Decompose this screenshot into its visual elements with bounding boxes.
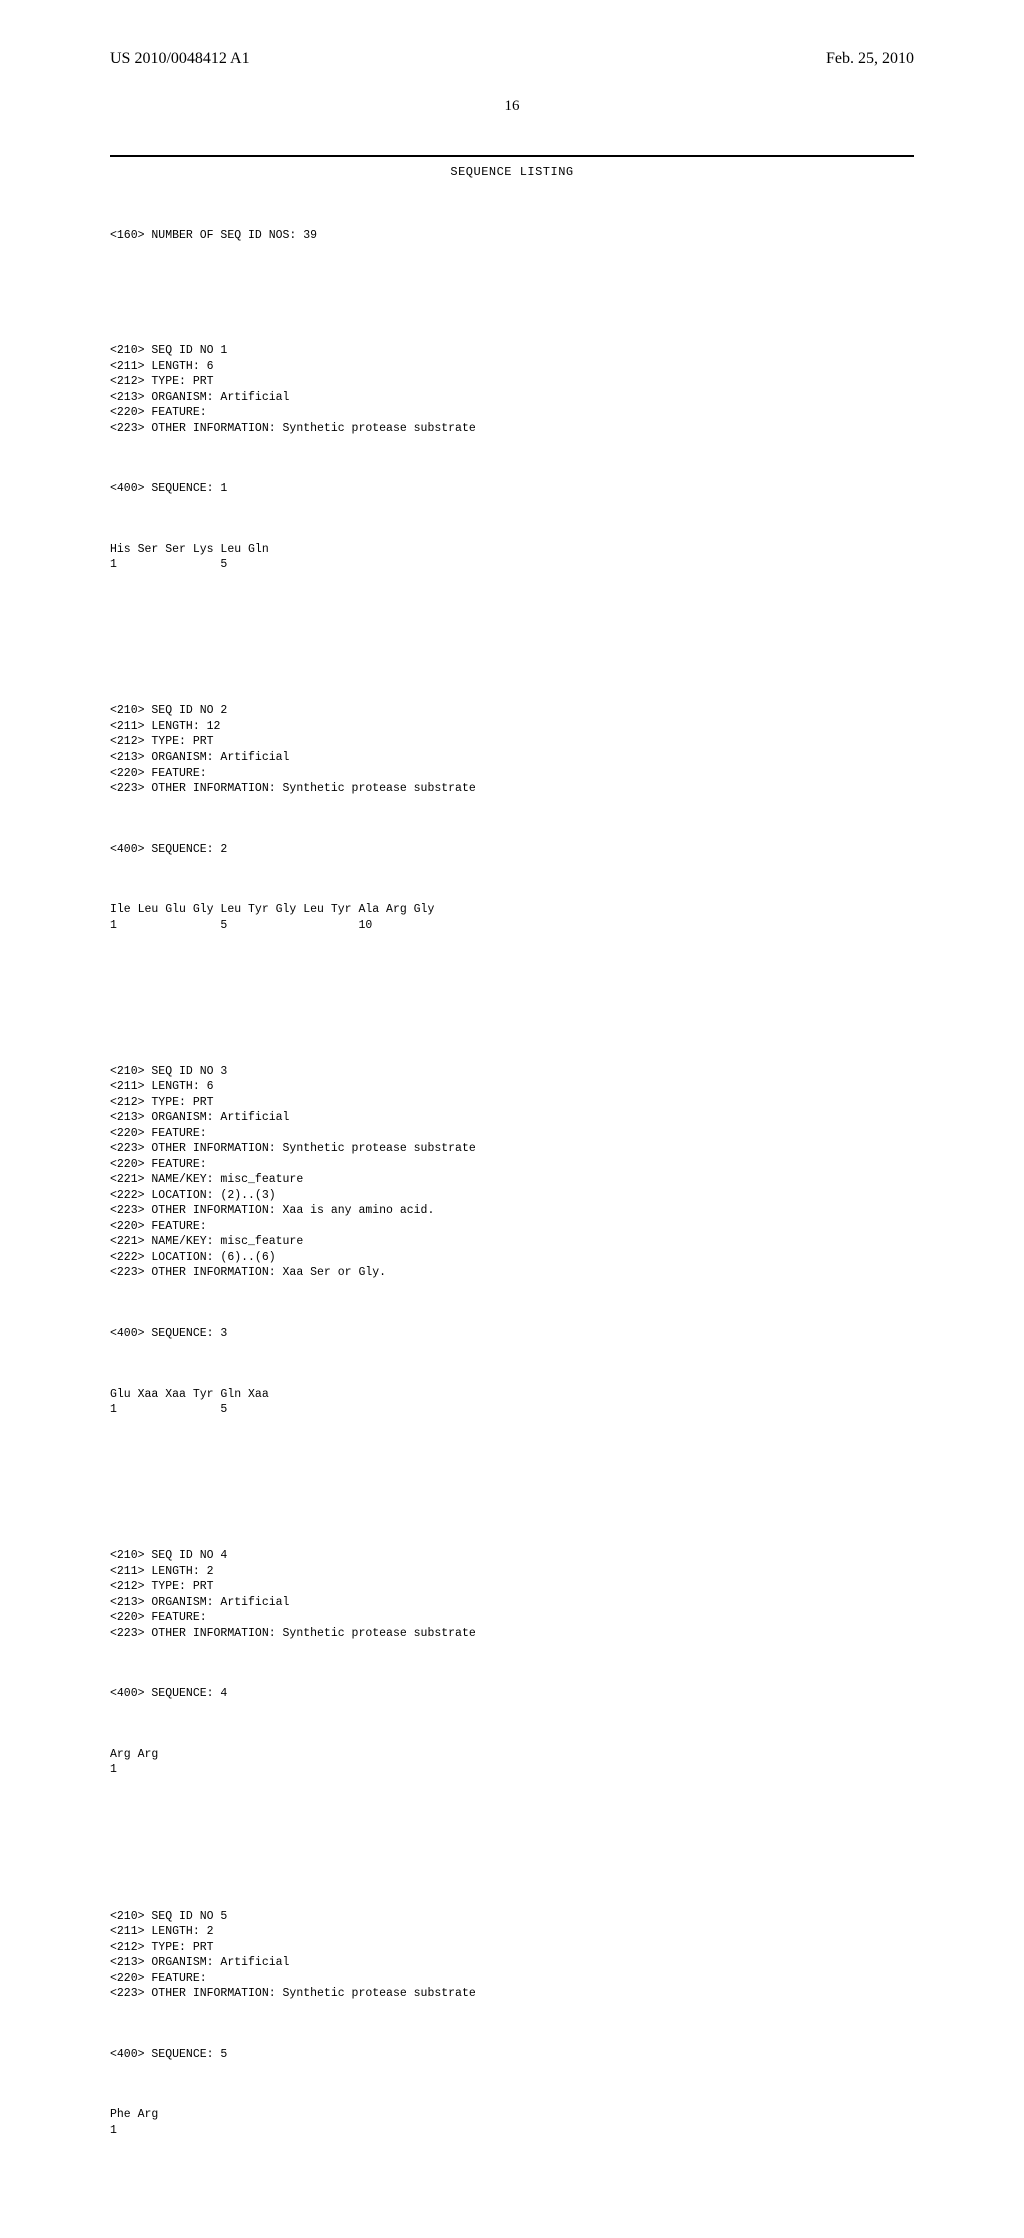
- publication-number: US 2010/0048412 A1: [110, 50, 250, 68]
- seq-meta: <210> SEQ ID NO 4 <211> LENGTH: 2 <212> …: [110, 1548, 914, 1641]
- seq-meta: <210> SEQ ID NO 3 <211> LENGTH: 6 <212> …: [110, 1064, 914, 1281]
- seq-label: <400> SEQUENCE: 1: [110, 481, 914, 497]
- seq-entry: <210> SEQ ID NO 5 <211> LENGTH: 2 <212> …: [110, 1877, 914, 2169]
- page-number: 16: [110, 98, 914, 115]
- seq-meta: <210> SEQ ID NO 5 <211> LENGTH: 2 <212> …: [110, 1909, 914, 2002]
- page: US 2010/0048412 A1 Feb. 25, 2010 16 SEQU…: [0, 0, 1024, 1320]
- seq-label: <400> SEQUENCE: 4: [110, 1686, 914, 1702]
- seq-label: <400> SEQUENCE: 2: [110, 842, 914, 858]
- seq-meta: <210> SEQ ID NO 1 <211> LENGTH: 6 <212> …: [110, 343, 914, 436]
- seq-entry: <210> SEQ ID NO 2 <211> LENGTH: 12 <212>…: [110, 672, 914, 964]
- seq-residues: His Ser Ser Lys Leu Gln 1 5: [110, 542, 914, 573]
- seq-entry: <210> SEQ ID NO 3 <211> LENGTH: 6 <212> …: [110, 1033, 914, 1449]
- seq-entry: <210> SEQ ID NO 1 <211> LENGTH: 6 <212> …: [110, 312, 914, 604]
- seq-label: <400> SEQUENCE: 3: [110, 1326, 914, 1342]
- seq-residues: Phe Arg 1: [110, 2107, 914, 2138]
- sequence-listing-title: SEQUENCE LISTING: [110, 165, 914, 179]
- publication-date: Feb. 25, 2010: [826, 50, 914, 68]
- top-rule: [110, 155, 914, 157]
- page-header: US 2010/0048412 A1 Feb. 25, 2010: [110, 50, 914, 68]
- seq-residues: Glu Xaa Xaa Tyr Gln Xaa 1 5: [110, 1387, 914, 1418]
- seq-label: <400> SEQUENCE: 5: [110, 2047, 914, 2063]
- seq-residues: Arg Arg 1: [110, 1747, 914, 1778]
- seq-entry: <210> SEQ ID NO 4 <211> LENGTH: 2 <212> …: [110, 1517, 914, 1809]
- seq-meta: <210> SEQ ID NO 2 <211> LENGTH: 12 <212>…: [110, 703, 914, 796]
- sequence-listing-body: <160> NUMBER OF SEQ ID NOS: 39 <210> SEQ…: [110, 197, 914, 2238]
- seq-residues: Ile Leu Glu Gly Leu Tyr Gly Leu Tyr Ala …: [110, 902, 914, 933]
- seq-count: <160> NUMBER OF SEQ ID NOS: 39: [110, 228, 914, 244]
